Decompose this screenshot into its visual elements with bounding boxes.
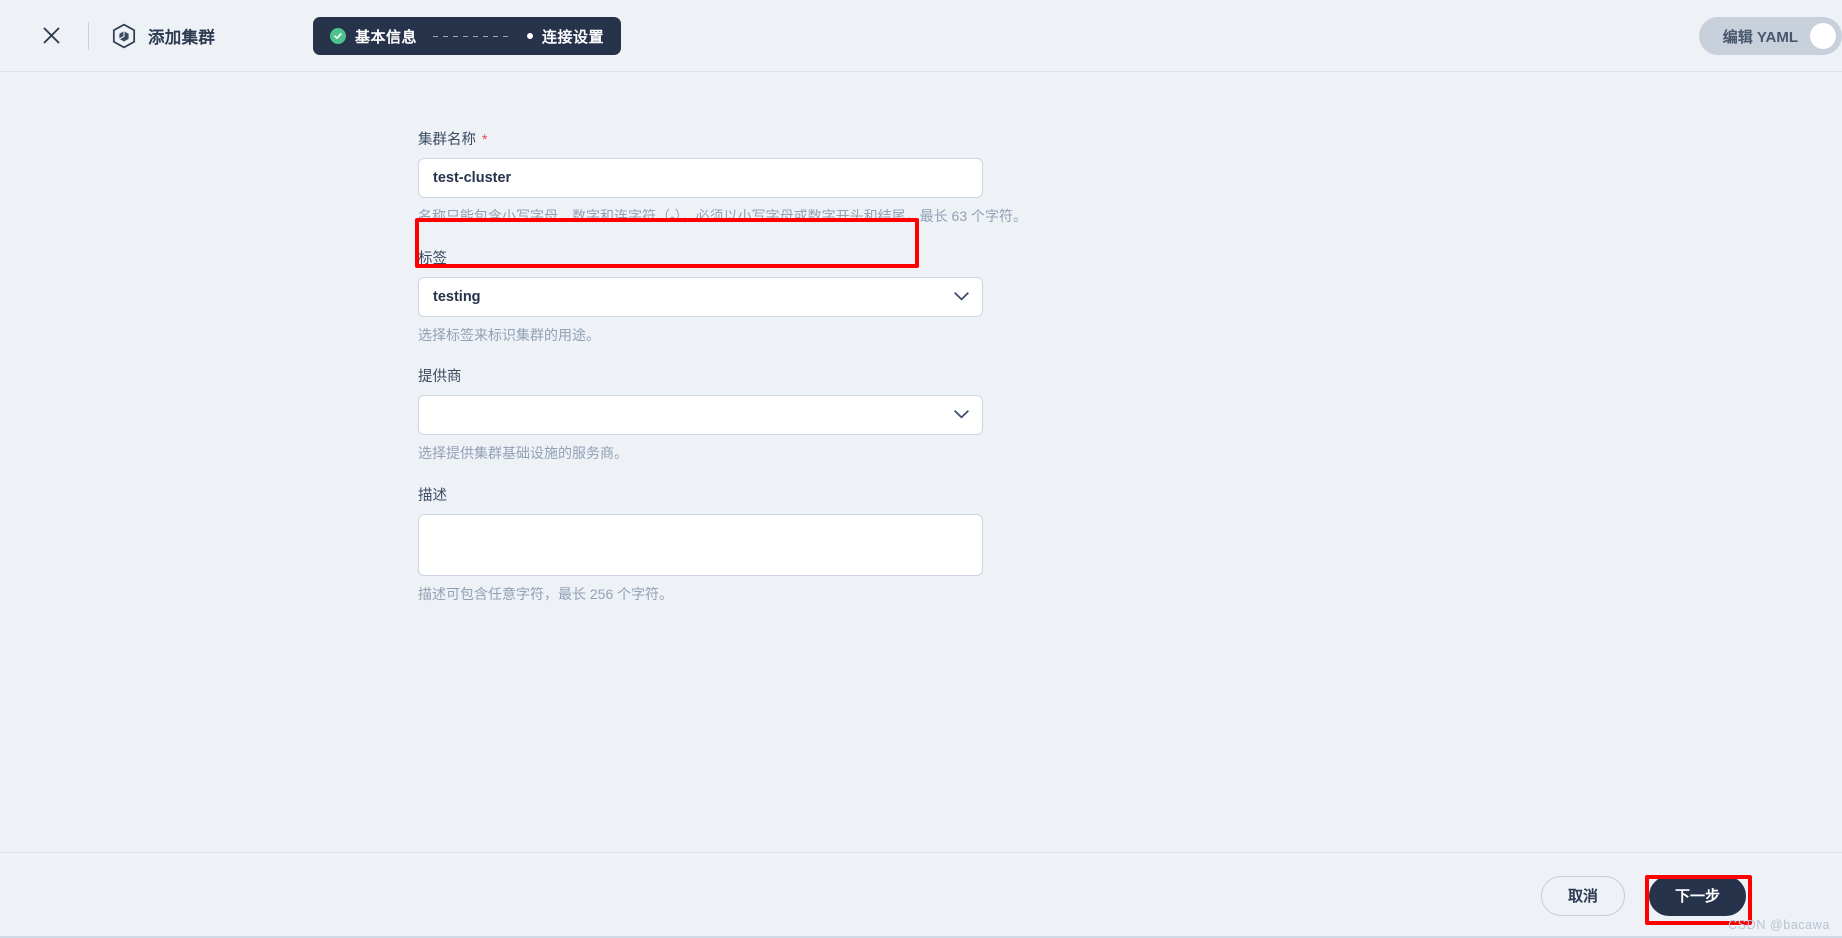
header-left-group: 添加集群: [24, 19, 215, 53]
field-cluster-name: 集群名称 * 名称只能包含小写字母、数字和连字符（-），必须以小写字母或数字开头…: [418, 128, 1842, 227]
provider-label-row: 提供商: [418, 365, 1842, 386]
required-marker: *: [482, 131, 488, 147]
cluster-name-label: 集群名称: [418, 132, 476, 148]
add-cluster-wizard: 添加集群 基本信息 连接设置 编辑 YAML 集群名称 * test-clust…: [0, 0, 1842, 938]
label-select-shell: testing: [418, 276, 983, 317]
provider-label: 提供商: [418, 369, 462, 386]
edit-yaml-label: 编辑 YAML: [1722, 28, 1798, 46]
cluster-name-input-shell: [418, 158, 983, 198]
toggle-knob: [1810, 23, 1836, 49]
description-helper: 描述可包含任意字符，最长 256 个字符。: [418, 585, 674, 602]
edit-yaml-toggle[interactable]: 编辑 YAML: [1698, 17, 1842, 55]
wizard-footer: 取消 下一步 CSDN @bacawa: [0, 852, 1842, 938]
cancel-button[interactable]: 取消: [1541, 875, 1625, 916]
next-button[interactable]: 下一步: [1649, 875, 1746, 916]
cluster-name-helper: 名称只能包含小写字母、数字和连字符（-），必须以小写字母或数字开头和结尾，最长 …: [418, 208, 1028, 224]
hexagon-cube-icon: [111, 23, 137, 49]
field-description: 描述 描述可包含任意字符，最长 256 个字符。: [418, 484, 1842, 605]
cluster-name-label-row: 集群名称 *: [418, 128, 1842, 149]
description-label: 描述: [418, 487, 447, 504]
cluster-name-input[interactable]: [418, 158, 983, 198]
provider-select[interactable]: [418, 395, 983, 436]
label-select[interactable]: testing: [418, 276, 983, 317]
header-divider: [88, 21, 89, 50]
close-icon[interactable]: [34, 19, 68, 53]
field-provider: 提供商 选择提供集群基础设施的服务商。: [418, 365, 1842, 464]
description-label-row: 描述: [418, 484, 1842, 505]
step-basic-info-label: 基本信息: [355, 28, 418, 46]
provider-select-shell: [418, 395, 983, 436]
step-basic-info[interactable]: 基本信息: [330, 26, 417, 47]
step-connection-settings[interactable]: 连接设置: [527, 26, 604, 47]
description-textarea[interactable]: [418, 513, 983, 576]
step-connector: [433, 35, 512, 37]
provider-helper: 选择提供集群基础设施的服务商。: [418, 445, 628, 462]
field-label: 标签 testing 选择标签来标识集群的用途。: [418, 247, 1842, 346]
wizard-header: 添加集群 基本信息 连接设置 编辑 YAML: [0, 0, 1842, 71]
step-connection-settings-label: 连接设置: [542, 28, 605, 46]
basic-info-form: 集群名称 * 名称只能包含小写字母、数字和连字符（-），必须以小写字母或数字开头…: [0, 72, 1842, 604]
wizard-stepper: 基本信息 连接设置: [313, 17, 622, 55]
wizard-content: 集群名称 * 名称只能包含小写字母、数字和连字符（-），必须以小写字母或数字开头…: [0, 71, 1842, 852]
label-helper: 选择标签来标识集群的用途。: [418, 326, 600, 343]
dot-icon: [527, 33, 534, 39]
label-label-row: 标签: [418, 247, 1842, 268]
brand-group[interactable]: 添加集群: [111, 23, 215, 49]
label-field-label: 标签: [418, 250, 447, 267]
check-circle-icon: [330, 28, 346, 44]
page-title: 添加集群: [148, 28, 216, 47]
watermark: CSDN @bacawa: [1728, 918, 1830, 932]
